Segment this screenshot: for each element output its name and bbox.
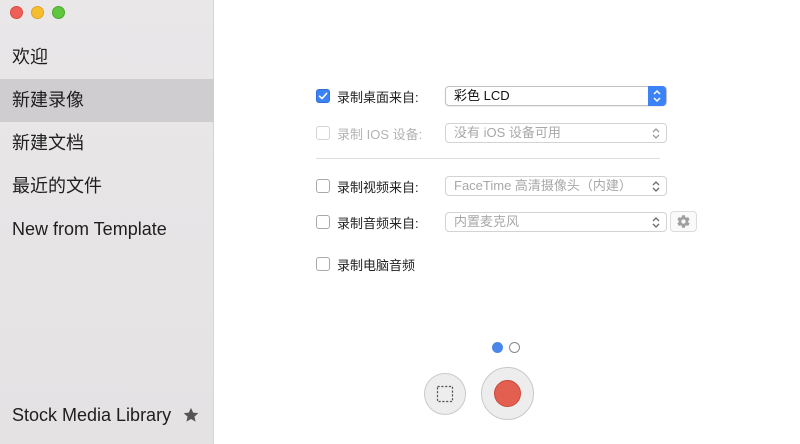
sidebar-item-new-recording[interactable]: 新建录像 xyxy=(0,79,214,122)
sidebar: 欢迎 新建录像 新建文档 最近的文件 New from Template Sto… xyxy=(0,0,214,444)
sidebar-item-new-from-template[interactable]: New from Template xyxy=(0,208,214,251)
chevron-updown-icon xyxy=(648,86,666,106)
record-desktop-row: 录制桌面来自: 彩色 LCD xyxy=(316,85,667,107)
record-button[interactable] xyxy=(481,367,534,420)
record-video-row: 录制视频来自: FaceTime 高清摄像头（内建） xyxy=(316,175,667,197)
record-video-label: 录制视频来自: xyxy=(337,179,419,195)
record-computer-audio-label: 录制电脑音频 xyxy=(337,257,416,273)
window-controls xyxy=(10,6,65,19)
audio-settings-button[interactable] xyxy=(670,211,697,232)
camera-select-value: FaceTime 高清摄像头（内建） xyxy=(454,178,632,193)
record-ios-checkbox xyxy=(316,126,330,140)
ios-device-select: 没有 iOS 设备可用 xyxy=(445,123,667,143)
display-select[interactable]: 彩色 LCD xyxy=(445,86,667,106)
ios-device-select-value: 没有 iOS 设备可用 xyxy=(454,125,561,140)
record-audio-label: 录制音频来自: xyxy=(337,215,419,231)
close-window-button[interactable] xyxy=(10,6,23,19)
maximize-window-button[interactable] xyxy=(52,6,65,19)
record-audio-row: 录制音频来自: 内置麦克风 xyxy=(316,211,667,233)
chevron-updown-icon xyxy=(652,217,660,228)
select-region-button[interactable] xyxy=(424,373,466,415)
minimize-window-button[interactable] xyxy=(31,6,44,19)
chevron-updown-icon xyxy=(652,128,660,139)
record-computer-audio-row: 录制电脑音频 xyxy=(316,253,415,275)
recording-options-panel: 录制桌面来自: 彩色 LCD 录制 IOS 设备: 没有 iOS 设备可用 录制… xyxy=(215,0,800,444)
page-indicator xyxy=(492,342,520,353)
divider xyxy=(316,158,660,159)
record-desktop-label: 录制桌面来自: xyxy=(337,89,419,105)
record-desktop-checkbox[interactable] xyxy=(316,89,330,103)
display-select-value: 彩色 LCD xyxy=(454,88,510,103)
camera-select[interactable]: FaceTime 高清摄像头（内建） xyxy=(445,176,667,196)
record-video-checkbox[interactable] xyxy=(316,179,330,193)
record-computer-audio-checkbox[interactable] xyxy=(316,257,330,271)
record-audio-checkbox[interactable] xyxy=(316,215,330,229)
record-ios-row: 录制 IOS 设备: 没有 iOS 设备可用 xyxy=(316,122,667,144)
microphone-select-value: 内置麦克风 xyxy=(454,214,520,229)
page-dot[interactable] xyxy=(509,342,520,353)
microphone-select[interactable]: 内置麦克风 xyxy=(445,212,667,232)
chevron-updown-icon xyxy=(652,181,660,192)
region-select-icon xyxy=(436,385,454,403)
stock-media-library-label: Stock Media Library xyxy=(12,404,172,425)
page-dot-active[interactable] xyxy=(492,342,503,353)
record-ios-label: 录制 IOS 设备: xyxy=(337,126,423,142)
sidebar-item-recent-files[interactable]: 最近的文件 xyxy=(0,165,214,208)
record-dot-icon xyxy=(494,380,521,407)
sidebar-nav: 欢迎 新建录像 新建文档 最近的文件 New from Template xyxy=(0,36,214,251)
sidebar-item-new-document[interactable]: 新建文档 xyxy=(0,122,214,165)
gear-icon xyxy=(677,215,690,228)
star-icon[interactable] xyxy=(182,406,200,424)
sidebar-item-welcome[interactable]: 欢迎 xyxy=(0,36,214,79)
checkmark-icon xyxy=(318,92,328,100)
stock-media-library-item[interactable]: Stock Media Library xyxy=(0,400,214,430)
